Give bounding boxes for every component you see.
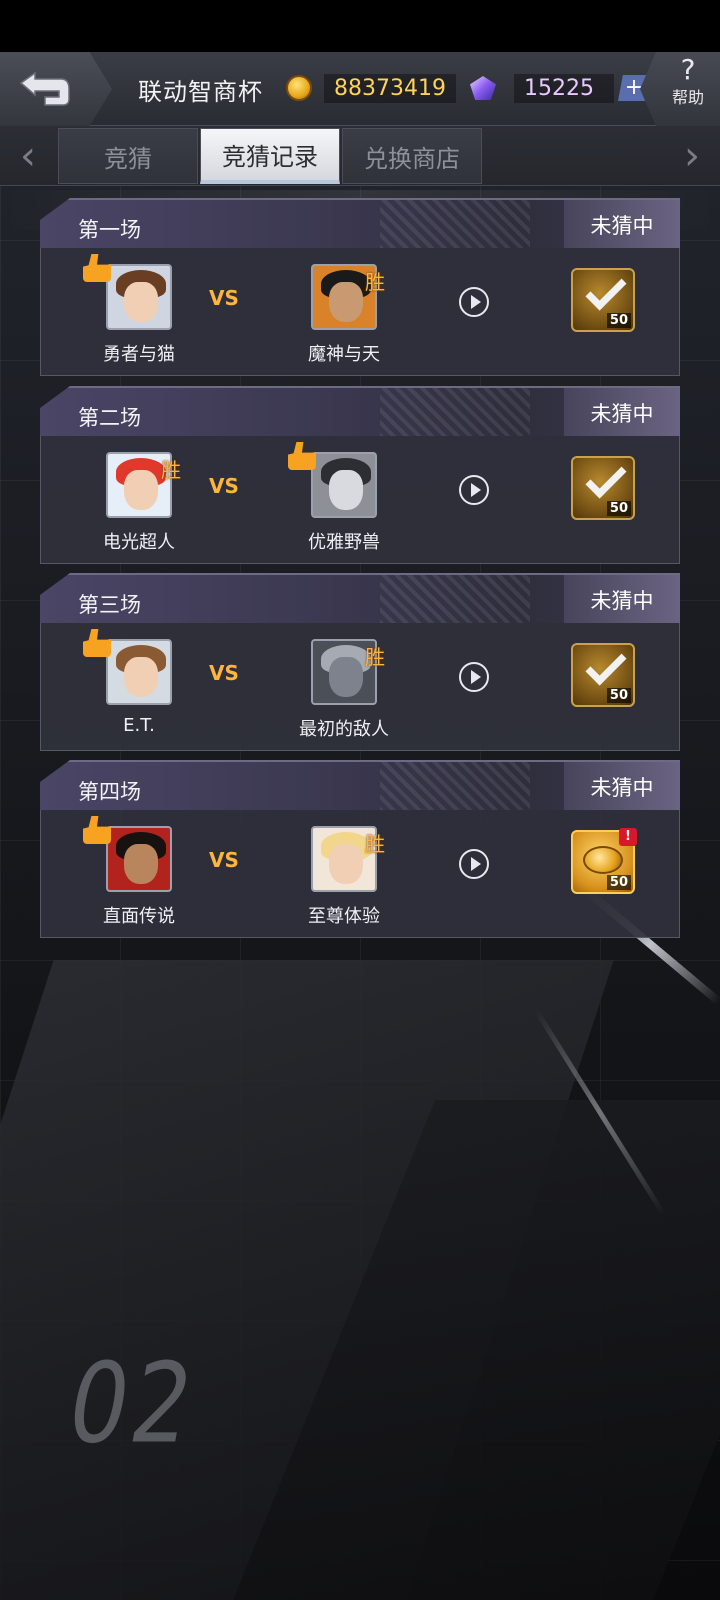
event-title: 联动智商杯 (138, 78, 263, 106)
reward-count: 50 (606, 688, 631, 703)
gem-icon (470, 76, 496, 100)
help-icon: ? (680, 53, 696, 86)
match-title: 第二场 (78, 406, 141, 430)
reward-box[interactable]: 50 (571, 268, 635, 332)
play-replay-button[interactable] (459, 662, 489, 692)
gem-amount: 15225 (514, 73, 614, 103)
left-team[interactable]: 电光超人 (79, 452, 199, 554)
left-team[interactable]: E.T. (79, 629, 199, 736)
right-team[interactable]: 至尊体验 (284, 826, 404, 928)
match-header: 第一场 未猜中 (40, 198, 680, 248)
thumbs-up-icon (83, 629, 111, 657)
match-title: 第三场 (78, 593, 141, 617)
match-body: 勇者与猫 VS 魔神与天 胜 50 (40, 248, 680, 376)
play-replay-button[interactable] (459, 475, 489, 505)
left-team-name: 直面传说 (103, 906, 175, 927)
match-body: 直面传说 VS 至尊体验 胜 ! 50 (40, 810, 680, 938)
win-badge: 胜 (365, 832, 385, 856)
back-button[interactable] (0, 52, 112, 126)
reward-box[interactable]: 50 (571, 643, 635, 707)
match-card: 第四场 未猜中 直面传说 VS 至尊体验 胜 ! 50 (40, 760, 680, 938)
match-body: 电光超人 胜 VS 优雅野兽 50 (40, 436, 680, 564)
help-button[interactable]: ? 帮助 (640, 52, 720, 126)
left-team-name: 勇者与猫 (103, 344, 175, 365)
left-team[interactable]: 勇者与猫 (79, 254, 199, 366)
vs-label: VS (209, 474, 239, 498)
play-replay-button[interactable] (459, 287, 489, 317)
coins-icon (583, 846, 623, 874)
match-result: 未猜中 (564, 388, 680, 436)
win-badge: 胜 (365, 645, 385, 669)
reward-box[interactable]: 50 (571, 456, 635, 520)
vs-label: VS (209, 848, 239, 872)
tab-exchange-shop[interactable]: 兑换商店 (342, 128, 482, 184)
right-team[interactable]: 魔神与天 (284, 264, 404, 366)
thumbs-up-icon (288, 442, 316, 470)
match-card: 第三场 未猜中 E.T. VS 最初的敌人 胜 50 (40, 573, 680, 751)
match-card: 第二场 未猜中 电光超人 胜 VS 优雅野兽 50 (40, 386, 680, 564)
help-label: 帮助 (671, 88, 704, 107)
back-arrow-icon (19, 71, 70, 106)
background-light-streak-2 (534, 1009, 666, 1216)
coin-icon (286, 75, 312, 101)
right-team[interactable]: 优雅野兽 (284, 442, 404, 554)
coin-amount: 88373419 (324, 73, 456, 103)
right-team-name: 优雅野兽 (308, 532, 380, 553)
left-team-avatar (106, 264, 172, 330)
left-team-name: 电光超人 (103, 532, 175, 553)
tab-scroll-left-button[interactable]: ‹ (4, 126, 52, 186)
claim-reward-button[interactable]: ! 50 (571, 828, 637, 894)
reward-count: 50 (606, 313, 631, 328)
tab-guess-record[interactable]: 竞猜记录 (200, 128, 340, 184)
background-slab-dark (224, 1100, 720, 1600)
background-watermark: 02 (58, 1339, 207, 1468)
match-result: 未猜中 (564, 575, 680, 623)
right-team-name: 至尊体验 (308, 906, 380, 927)
check-icon (585, 269, 627, 311)
win-badge: 胜 (161, 458, 181, 482)
match-result: 未猜中 (564, 762, 680, 810)
reward-count: 50 (606, 875, 631, 890)
check-icon (585, 644, 627, 686)
left-team-avatar (106, 639, 172, 705)
match-title: 第四场 (78, 780, 141, 804)
status-bar (0, 0, 720, 52)
thumbs-up-icon (83, 816, 111, 844)
tab-guess[interactable]: 竞猜 (58, 128, 198, 184)
left-team-name: E.T. (123, 715, 155, 736)
tab-bar: ‹ 竞猜 竞猜记录 兑换商店 › (0, 126, 720, 186)
tab-scroll-right-button[interactable]: › (668, 126, 716, 186)
header: 联动智商杯 88373419 15225 + ? 帮助 (0, 52, 720, 126)
vs-label: VS (209, 286, 239, 310)
right-team[interactable]: 最初的敌人 (284, 639, 404, 741)
match-result: 未猜中 (564, 200, 680, 248)
right-team-name: 魔神与天 (308, 344, 380, 365)
match-body: E.T. VS 最初的敌人 胜 50 (40, 623, 680, 751)
background-slab (0, 960, 614, 1600)
gem-balance: 15225 + (470, 72, 650, 104)
match-title: 第一场 (78, 218, 141, 242)
alert-badge: ! (619, 828, 637, 846)
thumbs-up-icon (83, 254, 111, 282)
win-badge: 胜 (365, 270, 385, 294)
match-header: 第四场 未猜中 (40, 760, 680, 810)
reward-count: 50 (606, 501, 631, 516)
check-icon (585, 457, 627, 499)
play-replay-button[interactable] (459, 849, 489, 879)
vs-label: VS (209, 661, 239, 685)
match-header: 第三场 未猜中 (40, 573, 680, 623)
left-team-avatar (106, 826, 172, 892)
left-team[interactable]: 直面传说 (79, 816, 199, 928)
coin-balance: 88373419 (286, 72, 456, 104)
right-team-name: 最初的敌人 (299, 719, 389, 740)
match-card: 第一场 未猜中 勇者与猫 VS 魔神与天 胜 50 (40, 198, 680, 376)
match-header: 第二场 未猜中 (40, 386, 680, 436)
right-team-avatar (311, 452, 377, 518)
